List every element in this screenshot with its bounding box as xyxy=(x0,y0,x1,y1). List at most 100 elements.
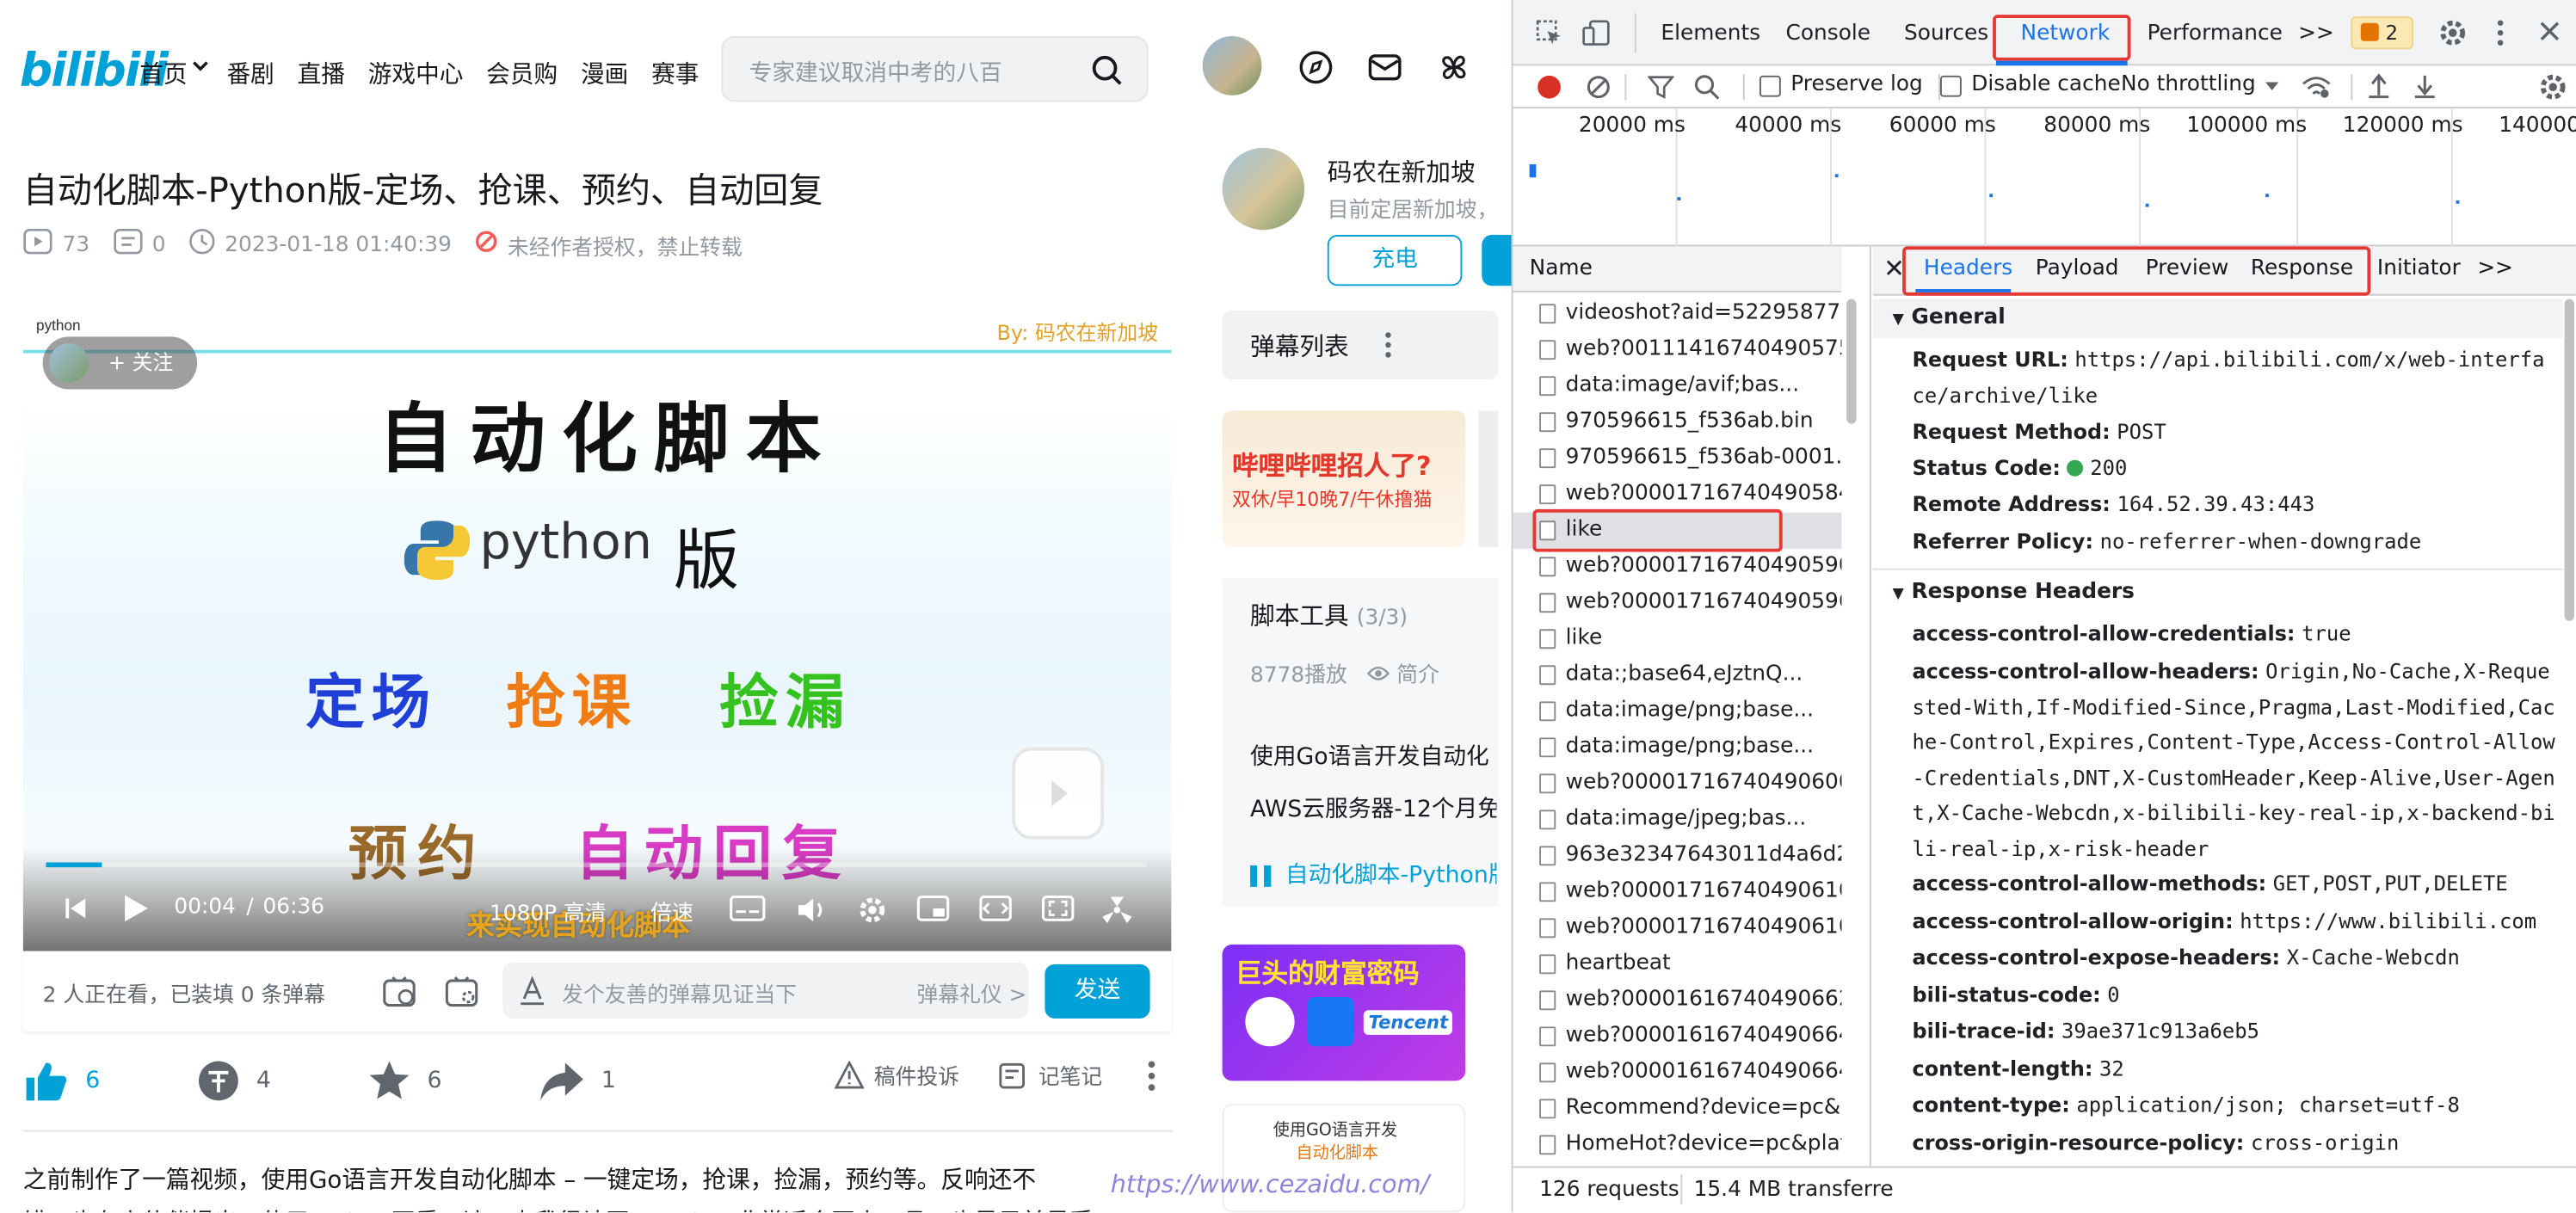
nav-live[interactable]: 直播 xyxy=(298,56,345,90)
more-icon[interactable] xyxy=(1147,1060,1156,1093)
request-row[interactable]: 970596615_f536ab.bin xyxy=(1513,404,1842,440)
search-icon[interactable] xyxy=(1694,74,1721,107)
inspect-element-icon[interactable] xyxy=(1536,20,1562,52)
coin-button[interactable]: 4 xyxy=(197,1060,271,1103)
request-row[interactable]: web?0000171674049061070... xyxy=(1513,910,1841,946)
follow-button[interactable] xyxy=(1482,235,1515,286)
tab-headers[interactable]: Headers xyxy=(1924,256,2012,281)
pinwheel-icon[interactable] xyxy=(1436,49,1472,92)
collection-item-1[interactable]: 使用Go语言开发自动化 xyxy=(1250,739,1496,772)
request-row[interactable]: web?0000171674049060070... xyxy=(1513,766,1841,802)
recommend-thumbnail-1[interactable]: 巨头的财富密码 Tencent xyxy=(1222,944,1466,1081)
preserve-log-checkbox[interactable] xyxy=(1759,75,1781,97)
detail-scrollbar[interactable] xyxy=(2564,299,2575,621)
search-box[interactable]: 专家建议取消中考的八百 xyxy=(721,36,1149,102)
settings-gear-icon[interactable] xyxy=(858,896,887,932)
devtools-menu-icon[interactable] xyxy=(2495,18,2505,54)
tab-console[interactable]: Console xyxy=(1786,22,1871,46)
request-row[interactable]: Recommend?device=pc&pla... xyxy=(1513,1091,1841,1127)
dropdown-arrow-icon[interactable] xyxy=(2264,76,2280,101)
search-icon[interactable] xyxy=(1091,54,1124,94)
request-row[interactable]: data:image/jpeg;bas... xyxy=(1513,802,1842,838)
request-row[interactable]: data:image/png;base... xyxy=(1513,693,1842,730)
request-row[interactable]: data:image/avif;bas... xyxy=(1513,368,1842,404)
subtitle-icon[interactable] xyxy=(730,896,766,928)
header-row[interactable]: Request URL: https://api.bilibili.com/x/… xyxy=(1913,342,2556,412)
search-input[interactable]: 专家建议取消中考的八百 xyxy=(749,56,1029,89)
throttling-select[interactable]: No throttling xyxy=(2121,72,2256,97)
request-row[interactable]: like xyxy=(1513,621,1842,657)
header-row[interactable]: access-control-allow-headers: Origin,No-… xyxy=(1913,654,2556,865)
notes-button[interactable]: 记笔记 xyxy=(999,1060,1102,1091)
request-row[interactable]: web?0000171674049061070... xyxy=(1513,874,1841,910)
request-row[interactable]: videoshot?aid=5229587728... xyxy=(1513,296,1841,332)
video-player[interactable]: python By: 码农在新加坡 + 关注 自动化脚本 python 版 定场… xyxy=(22,304,1172,951)
charge-button[interactable]: 充电 xyxy=(1327,235,1463,286)
header-row[interactable]: cross-origin-resource-policy: cross-orig… xyxy=(1913,1125,2556,1161)
tab-response[interactable]: Response xyxy=(2251,256,2353,281)
ad-thumbnail[interactable]: 哔哩哔哩招人了? 双休/早10晚7/午休撸猫 xyxy=(1222,410,1466,547)
text-style-icon[interactable] xyxy=(519,976,545,1012)
danmaku-toggle-icon[interactable] xyxy=(381,974,417,1017)
request-row[interactable]: web?0000171674049059070... xyxy=(1513,549,1841,585)
compass-icon[interactable] xyxy=(1297,49,1334,92)
mini-player-icon[interactable] xyxy=(916,896,950,928)
fullscreen-icon[interactable] xyxy=(1100,896,1133,932)
disable-cache-checkbox[interactable] xyxy=(1940,75,1962,97)
nav-esports[interactable]: 赛事 xyxy=(651,56,699,90)
tab-initiator[interactable]: Initiator xyxy=(2377,256,2461,281)
send-danmaku-button[interactable]: 发送 xyxy=(1045,964,1150,1019)
device-toolbar-icon[interactable] xyxy=(1582,20,1612,52)
nav-games[interactable]: 游戏中心 xyxy=(368,56,464,90)
header-row[interactable]: access-control-allow-credentials: true xyxy=(1913,616,2556,651)
speed-selector[interactable]: 倍速 xyxy=(650,896,693,927)
collection-item-2[interactable]: AWS云服务器-12个月免 xyxy=(1250,791,1496,824)
tab-payload[interactable]: Payload xyxy=(2036,256,2119,281)
header-row[interactable]: access-control-expose-headers: X-Cache-W… xyxy=(1913,939,2556,975)
close-detail-icon[interactable] xyxy=(1886,258,1902,283)
quality-selector[interactable]: 1080P 高清 xyxy=(490,896,607,927)
network-conditions-icon[interactable] xyxy=(2302,74,2331,107)
network-settings-gear-icon[interactable] xyxy=(2538,72,2567,108)
tab-preview[interactable]: Preview xyxy=(2146,256,2229,281)
issues-badge[interactable]: 2 xyxy=(2351,16,2413,50)
report-button[interactable]: 稿件投诉 xyxy=(834,1060,959,1091)
chevron-down-icon[interactable] xyxy=(190,56,210,90)
play-icon[interactable] xyxy=(118,892,151,932)
nav-manga[interactable]: 漫画 xyxy=(581,56,628,90)
clear-icon[interactable] xyxy=(1586,74,1612,107)
request-row[interactable]: HomeHot?device=pc&platfo... xyxy=(1513,1127,1841,1163)
collection-title[interactable]: 脚本工具 (3/3) xyxy=(1250,598,1408,632)
uploader-name[interactable]: 码农在新加坡 xyxy=(1328,154,1476,188)
header-row[interactable]: bili-status-code: 0 xyxy=(1913,977,2556,1013)
kebab-menu-icon[interactable] xyxy=(1384,332,1393,365)
request-row[interactable]: web?0000161674049066460... xyxy=(1513,1019,1841,1055)
share-button[interactable]: 1 xyxy=(539,1060,616,1103)
uploader-avatar[interactable] xyxy=(1222,147,1305,231)
request-row[interactable]: web?0000171674049059630... xyxy=(1513,585,1841,621)
general-section-header[interactable]: ▼ General xyxy=(1872,299,2563,339)
request-row[interactable]: web?0000161674049066490... xyxy=(1513,1055,1841,1091)
header-row[interactable]: access-control-allow-methods: GET,POST,P… xyxy=(1913,865,2556,901)
fullscreen-web-icon[interactable] xyxy=(1041,896,1075,928)
header-row[interactable]: access-control-allow-origin: https://www… xyxy=(1913,903,2556,939)
import-har-icon[interactable] xyxy=(2367,72,2390,105)
name-column-header[interactable]: Name xyxy=(1513,246,1842,292)
danmaku-settings-icon[interactable] xyxy=(444,974,480,1017)
danmaku-list-header[interactable]: 弹幕列表 xyxy=(1222,310,1499,380)
header-row[interactable]: Referrer Policy: no-referrer-when-downgr… xyxy=(1913,524,2556,559)
tab-sources[interactable]: Sources xyxy=(1904,22,1988,46)
header-row[interactable]: Remote Address: 164.52.39.43:443 xyxy=(1913,486,2556,521)
request-list-scrollbar[interactable] xyxy=(1846,299,1857,424)
request-row[interactable]: heartbeat xyxy=(1513,946,1842,982)
danmaku-etiquette-link[interactable]: 弹幕礼仪 > xyxy=(916,977,1026,1009)
record-icon[interactable] xyxy=(1538,75,1561,99)
settings-gear-icon[interactable] xyxy=(2438,18,2468,54)
request-row[interactable]: web?0011141674049057530... xyxy=(1513,332,1841,368)
widescreen-icon[interactable] xyxy=(979,896,1012,928)
header-row[interactable]: content-type: application/json; charset=… xyxy=(1913,1087,2556,1123)
collection-intro-link[interactable]: 简介 xyxy=(1366,657,1439,688)
close-icon[interactable] xyxy=(2538,20,2561,49)
response-headers-header[interactable]: ▼ Response Headers xyxy=(1872,573,2563,613)
user-avatar[interactable] xyxy=(1202,36,1262,95)
